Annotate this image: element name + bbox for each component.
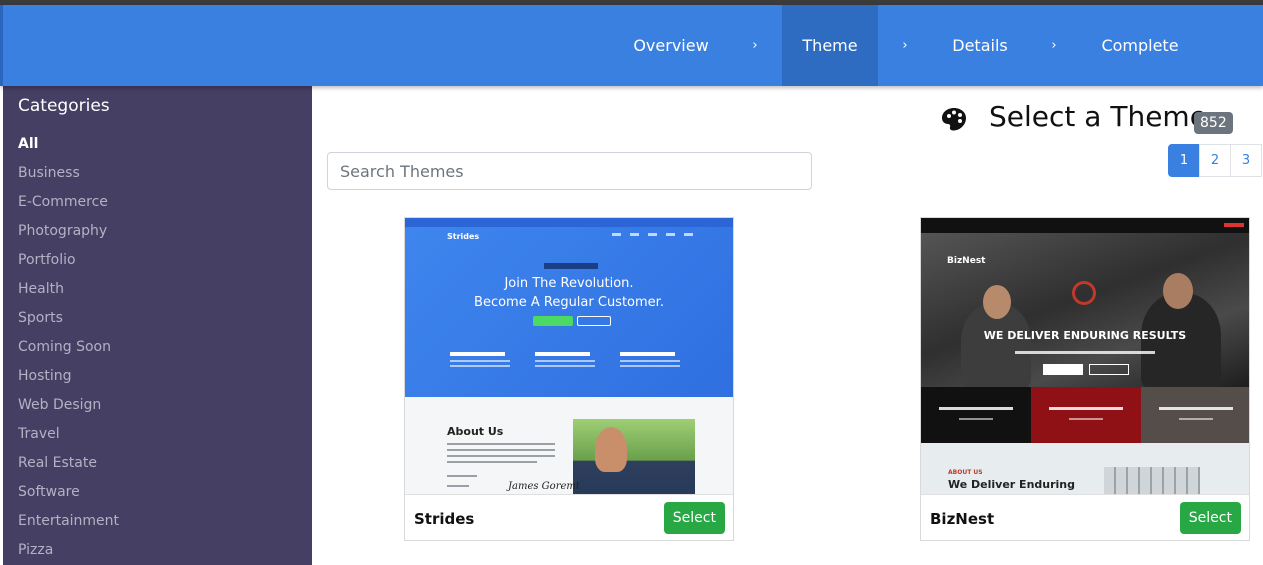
preview-photo: [1104, 467, 1200, 494]
step-details[interactable]: Details: [938, 5, 1022, 86]
preview-topbar: [921, 218, 1249, 233]
preview-logo: BizNest: [947, 256, 986, 266]
preview-service-box: [1141, 387, 1249, 443]
preview-topbar: [405, 218, 733, 227]
preview-about-heading: About Us: [447, 425, 504, 438]
wizard-left-edge: [0, 5, 3, 86]
page-1-button[interactable]: 1: [1168, 144, 1200, 177]
categories-heading: Categories: [18, 96, 110, 116]
category-item-business[interactable]: Business: [18, 163, 119, 192]
preview-photo: [573, 419, 695, 494]
page-2-button[interactable]: 2: [1199, 144, 1231, 177]
theme-gallery: Select a Theme 852 1 2 3 Strides Join Th…: [312, 86, 1263, 565]
preview-person: [595, 427, 627, 472]
preview-primary-button: [1043, 364, 1083, 375]
category-item-e-commerce[interactable]: E-Commerce: [18, 192, 119, 221]
theme-name: BizNest: [930, 510, 995, 528]
category-item-real-estate[interactable]: Real Estate: [18, 453, 119, 482]
preview-secondary-button: [1089, 364, 1129, 375]
preview-about-section: About Us James Goremt: [405, 397, 733, 494]
step-overview[interactable]: Overview: [621, 5, 721, 86]
theme-card-biznest[interactable]: BizNest WE DELIVER ENDURING RESULTS ABOU…: [920, 217, 1250, 541]
preview-about-heading: We Deliver Enduring: [948, 478, 1075, 491]
preview-about-label: ABOUT US: [948, 469, 983, 476]
category-item-sports[interactable]: Sports: [18, 308, 119, 337]
wizard-steps-bar: Overview › Theme › Details › Complete: [0, 5, 1263, 86]
preview-signature: James Goremt: [508, 481, 580, 492]
preview-headline-line-1: Join The Revolution.: [504, 276, 634, 291]
preview-service-box: [921, 387, 1031, 443]
select-theme-button[interactable]: Select: [1179, 502, 1241, 534]
category-item-pizza[interactable]: Pizza: [18, 540, 119, 565]
category-item-photography[interactable]: Photography: [18, 221, 119, 250]
categories-sidebar: Categories All Business E-Commerce Photo…: [3, 86, 312, 565]
preview-emblem-icon: [1072, 281, 1096, 305]
preview-logo: Strides: [447, 232, 480, 241]
theme-preview-image[interactable]: BizNest WE DELIVER ENDURING RESULTS ABOU…: [921, 218, 1249, 494]
preview-service-box: [1031, 387, 1141, 443]
preview-headline: WE DELIVER ENDURING RESULTS: [983, 329, 1187, 342]
palette-icon: [942, 108, 966, 131]
preview-feature: [620, 352, 690, 370]
theme-count-badge: 852: [1194, 112, 1233, 134]
preview-feature: [535, 352, 605, 370]
step-separator-icon: ›: [752, 38, 758, 53]
preview-badge: [544, 263, 598, 269]
preview-hero: BizNest WE DELIVER ENDURING RESULTS: [921, 233, 1249, 388]
category-item-software[interactable]: Software: [18, 482, 119, 511]
theme-card-footer: Strides Select: [405, 494, 733, 540]
step-theme[interactable]: Theme: [782, 5, 878, 86]
category-item-all[interactable]: All: [18, 134, 119, 163]
category-item-coming-soon[interactable]: Coming Soon: [18, 337, 119, 366]
preview-headline: Join The Revolution. Become A Regular Cu…: [405, 274, 733, 312]
step-separator-icon: ›: [1051, 38, 1057, 53]
page-3-button[interactable]: 3: [1230, 144, 1262, 177]
category-item-travel[interactable]: Travel: [18, 424, 119, 453]
preview-headline-line-2: Become A Regular Customer.: [474, 295, 664, 310]
step-separator-icon: ›: [902, 38, 908, 53]
preview-secondary-button: [577, 316, 611, 326]
pagination: 1 2 3: [1168, 144, 1262, 177]
theme-card-strides[interactable]: Strides Join The Revolution. Become A Re…: [404, 217, 734, 541]
theme-name: Strides: [414, 510, 475, 528]
preview-about-section: ABOUT US We Deliver Enduring: [921, 443, 1249, 494]
category-item-health[interactable]: Health: [18, 279, 119, 308]
category-item-hosting[interactable]: Hosting: [18, 366, 119, 395]
theme-preview-image[interactable]: Strides Join The Revolution. Become A Re…: [405, 218, 733, 494]
search-input[interactable]: [327, 152, 812, 190]
step-complete[interactable]: Complete: [1090, 5, 1190, 86]
category-item-entertainment[interactable]: Entertainment: [18, 511, 119, 540]
category-item-web-design[interactable]: Web Design: [18, 395, 119, 424]
select-theme-button[interactable]: Select: [663, 502, 725, 534]
preview-feature: [450, 352, 520, 370]
preview-primary-button: [533, 316, 573, 326]
page-title: Select a Theme: [989, 100, 1207, 133]
category-list: All Business E-Commerce Photography Port…: [18, 134, 119, 565]
theme-card-footer: BizNest Select: [921, 494, 1249, 540]
preview-hero: Strides Join The Revolution. Become A Re…: [405, 218, 733, 397]
preview-nav: [612, 233, 693, 236]
category-item-portfolio[interactable]: Portfolio: [18, 250, 119, 279]
